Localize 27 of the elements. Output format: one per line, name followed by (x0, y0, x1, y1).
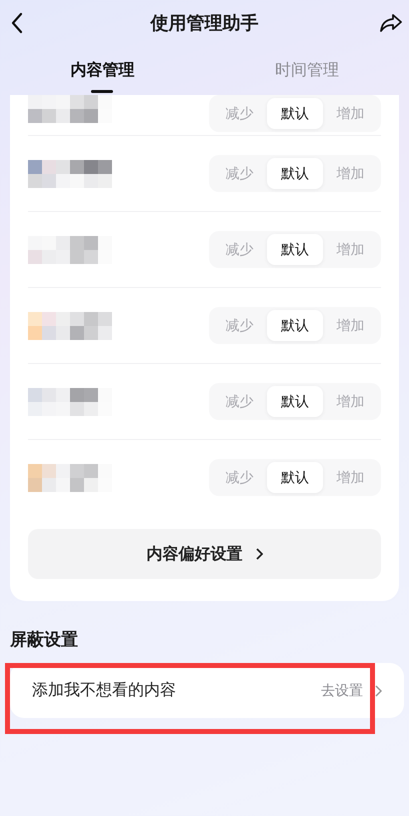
segment-option[interactable]: 默认 (267, 158, 323, 189)
tab[interactable]: 内容管理 (0, 45, 204, 95)
segment-option[interactable]: 默认 (267, 310, 323, 341)
segment-option[interactable]: 默认 (267, 234, 323, 265)
segment-option[interactable]: 减少 (212, 462, 268, 493)
page-title: 使用管理助手 (150, 12, 258, 34)
segment-option[interactable]: 增加 (322, 462, 378, 493)
share-icon[interactable] (379, 12, 403, 34)
segment-option[interactable]: 增加 (322, 386, 378, 417)
chevron-icon (254, 548, 262, 560)
segment-option[interactable]: 增加 (322, 158, 378, 189)
segment-option[interactable]: 减少 (212, 310, 268, 341)
settings-item[interactable]: 添加我不想看的内容 去设置 (10, 663, 404, 718)
preference-button[interactable]: 内容偏好设置 (28, 529, 381, 579)
segment-option[interactable]: 减少 (212, 234, 268, 265)
segment-option[interactable]: 增加 (322, 234, 378, 265)
section-title: 屏蔽设置 (8, 629, 79, 652)
segment-option[interactable]: 减少 (212, 386, 268, 417)
segment-option[interactable]: 增加 (322, 310, 378, 341)
segment-option[interactable]: 增加 (322, 98, 378, 129)
chevron-icon (375, 684, 382, 696)
segment-option[interactable]: 减少 (212, 98, 268, 129)
segment-option[interactable]: 默认 (267, 386, 323, 417)
segment-option[interactable]: 默认 (267, 98, 323, 129)
segment-option[interactable]: 减少 (212, 158, 268, 189)
tab[interactable]: 时间管理 (204, 45, 409, 95)
segment-option[interactable]: 默认 (267, 462, 323, 493)
